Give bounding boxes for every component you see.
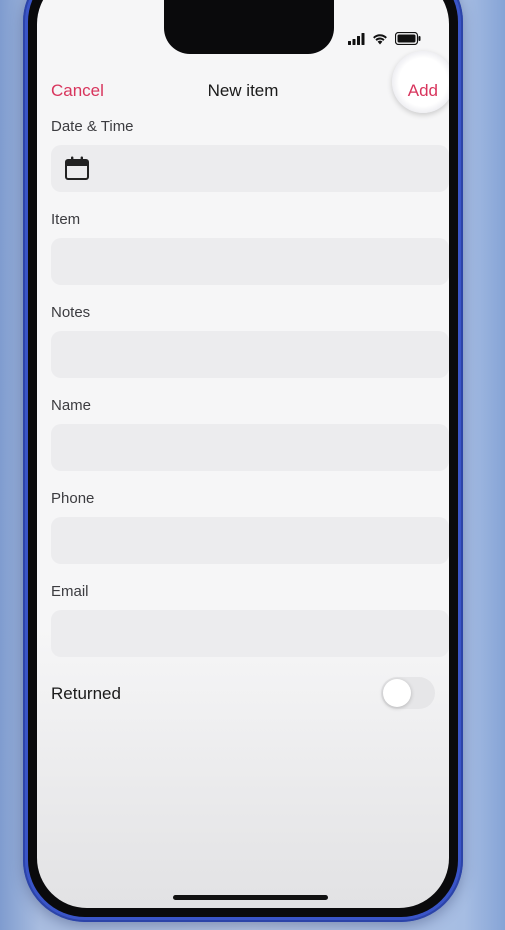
home-indicator xyxy=(173,895,328,900)
notch xyxy=(164,0,334,54)
navigation-bar: Cancel New item Add xyxy=(37,51,449,113)
status-bar xyxy=(348,31,421,50)
screen: Cancel New item Add Date & Time Item Not… xyxy=(37,0,449,908)
phone-bezel: Cancel New item Add Date & Time Item Not… xyxy=(28,0,458,917)
signal-icon xyxy=(348,32,365,50)
phone-frame: Cancel New item Add Date & Time Item Not… xyxy=(23,0,463,922)
returned-toggle[interactable] xyxy=(381,677,435,709)
date-time-picker[interactable] xyxy=(51,145,449,192)
email-field[interactable] xyxy=(51,610,449,657)
calendar-icon[interactable] xyxy=(63,154,91,187)
notes-label: Notes xyxy=(51,304,91,321)
returned-label: Returned xyxy=(51,684,121,703)
phone-field[interactable] xyxy=(51,517,449,564)
battery-icon xyxy=(394,31,421,50)
add-button[interactable]: Add xyxy=(408,81,438,101)
notes-field[interactable] xyxy=(51,331,449,378)
page-title: New item xyxy=(207,81,279,100)
name-field[interactable] xyxy=(51,424,449,471)
wifi-icon xyxy=(372,32,388,50)
name-label: Name xyxy=(51,397,92,414)
item-label: Item xyxy=(51,211,81,228)
date-time-label: Date & Time xyxy=(51,118,134,135)
item-field[interactable] xyxy=(51,238,449,285)
toggle-knob xyxy=(383,679,411,707)
phone-label: Phone xyxy=(51,490,95,507)
email-label: Email xyxy=(51,583,89,600)
